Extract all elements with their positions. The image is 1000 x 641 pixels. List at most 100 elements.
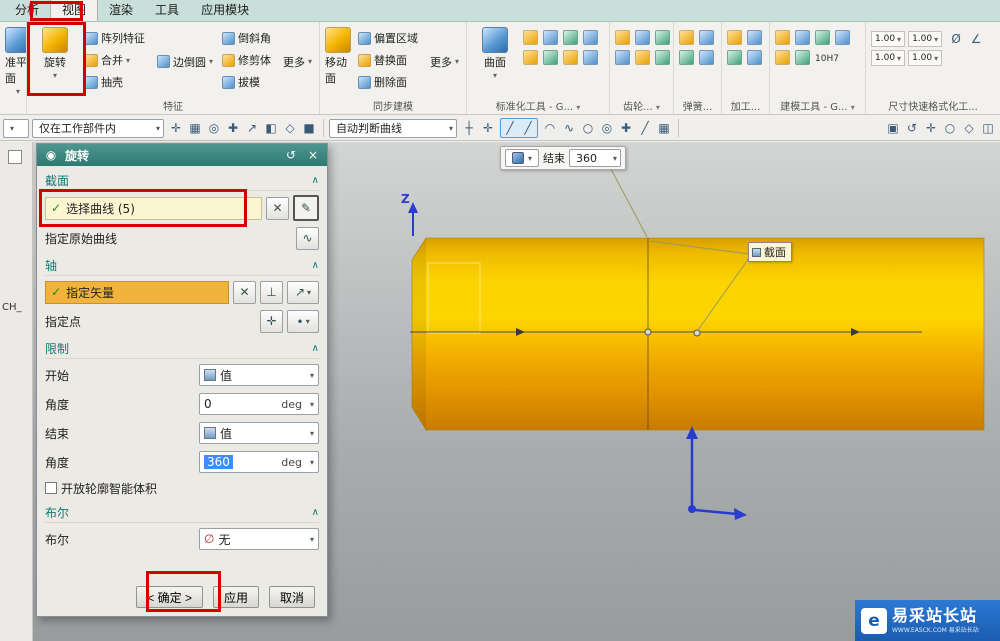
point-dialog-button[interactable]: ✛ [260, 309, 283, 333]
replace-face-button[interactable]: 替换面 [356, 50, 423, 70]
tab-analysis[interactable]: 分析 [4, 0, 50, 21]
spring-tool-icon[interactable] [699, 50, 714, 65]
section-group-header[interactable]: 截面 ∧ [45, 170, 319, 191]
arc-icon[interactable]: ◠ [541, 119, 559, 137]
gear-tool-icon[interactable] [615, 30, 630, 45]
datum-plane-icon[interactable]: ◇ [281, 119, 299, 137]
delete-face-button[interactable]: 删除面 [356, 72, 423, 92]
apply-button[interactable]: 应用 [212, 586, 259, 608]
tab-tools[interactable]: 工具 [144, 0, 190, 21]
angle-icon[interactable]: ∠ [967, 30, 985, 48]
boolean-group-header[interactable]: 布尔 ∧ [45, 502, 319, 523]
selection-filter-icon[interactable]: ▦ [186, 119, 204, 137]
dim-value-button[interactable]: 1.00 ▾ [871, 50, 906, 66]
circle-icon[interactable]: ○ [579, 119, 597, 137]
line-icon[interactable]: ╱ [636, 119, 654, 137]
end-angle-input[interactable]: 360 deg ▾ [199, 451, 319, 473]
machining-tool-icon[interactable] [727, 50, 742, 65]
dim-value-button[interactable]: 1.00 ▾ [908, 50, 943, 66]
gear-tool-icon[interactable] [615, 50, 630, 65]
vector-dialog-button[interactable]: ⊥ [260, 280, 283, 304]
point-type-dropdown[interactable]: ∙ ▾ [287, 309, 319, 333]
solid-body-icon[interactable]: ■ [300, 119, 318, 137]
dialog-titlebar[interactable]: ◉ 旋转 ↺ × [37, 144, 327, 166]
touch-mode-icon[interactable]: ✛ [167, 119, 185, 137]
std-tool-icon[interactable] [523, 30, 538, 45]
point-constructor-icon[interactable]: ┼ [460, 119, 478, 137]
machining-tool-icon[interactable] [747, 50, 762, 65]
start-limit-dropdown[interactable]: 值 ▾ [199, 364, 319, 386]
more-button[interactable]: 更多 ▾ [281, 52, 314, 72]
limits-group-header[interactable]: 限制 ∧ [45, 338, 319, 359]
show-hide-icon[interactable]: ◧ [262, 119, 280, 137]
shell-button[interactable]: 抽壳 [83, 72, 150, 92]
window-icon[interactable]: ▣ [884, 119, 902, 137]
chamfer-button[interactable]: 倒斜角 [220, 28, 276, 48]
end-angle-dropdown[interactable]: 360 ▾ [569, 149, 621, 167]
dialog-reset-icon[interactable]: ↺ [283, 148, 299, 162]
machining-tool-icon[interactable] [747, 30, 762, 45]
ellipse-icon[interactable]: ◎ [598, 119, 616, 137]
navigator-icon[interactable] [8, 150, 22, 164]
spring-tool-icon[interactable] [699, 30, 714, 45]
cross-icon[interactable]: ✚ [617, 119, 635, 137]
cancel-button[interactable]: 取消 [268, 586, 315, 608]
select-curve-field[interactable]: ✓ 选择曲线 (5) [45, 196, 262, 220]
draft-button[interactable]: 拔模 [220, 72, 276, 92]
tab-view[interactable]: 视图 [50, 0, 99, 21]
modeling-tool-icon[interactable] [775, 50, 790, 65]
boolean-dropdown[interactable]: ∅ 无 ▾ [199, 528, 319, 550]
modeling-tool-icon[interactable] [835, 30, 850, 45]
perspective-icon[interactable]: ◇ [960, 119, 978, 137]
open-profile-checkbox[interactable] [45, 482, 57, 494]
specify-vector-field[interactable]: ✓ 指定矢量 [45, 280, 229, 304]
modeling-tool-icon[interactable] [775, 30, 790, 45]
dim-value-button[interactable]: 1.00 ▾ [871, 31, 906, 47]
line-tool-alt-icon[interactable]: ╱ [519, 119, 537, 137]
grid-icon[interactable]: ▦ [655, 119, 673, 137]
pan-view-icon[interactable]: ✛ [922, 119, 940, 137]
gear-tool-icon[interactable] [655, 30, 670, 45]
std-tool-icon[interactable] [563, 50, 578, 65]
std-tool-icon[interactable] [583, 30, 598, 45]
section-annotation-tag[interactable]: 截面 [748, 242, 792, 262]
move-face-button[interactable]: 移动面 [325, 25, 351, 86]
machining-tool-icon[interactable] [727, 30, 742, 45]
deselect-curve-button[interactable]: ✕ [266, 196, 289, 220]
curve-rule-dropdown[interactable]: 自动判断曲线 ▾ [329, 118, 457, 138]
zoom-view-icon[interactable]: ○ [941, 119, 959, 137]
reverse-vector-button[interactable]: ✕ [233, 280, 256, 304]
move-object-icon[interactable]: ↗ [243, 119, 261, 137]
wcs-icon[interactable]: ✚ [224, 119, 242, 137]
tab-render[interactable]: 渲染 [98, 0, 144, 21]
vector-type-dropdown[interactable]: ↗ ▾ [287, 280, 319, 304]
tolerance-value[interactable]: 10H7 [815, 54, 852, 64]
line-tool-icon[interactable]: ╱ [501, 119, 519, 137]
section-view-icon[interactable]: ◫ [979, 119, 997, 137]
revolve-button[interactable]: 旋转 ▾ [32, 25, 78, 80]
sketch-section-button[interactable]: ✎ [293, 195, 319, 221]
offset-region-button[interactable]: 偏置区域 [356, 28, 423, 48]
dialog-close-icon[interactable]: × [305, 148, 321, 162]
std-tool-icon[interactable] [543, 50, 558, 65]
snap-point-icon[interactable]: ◎ [205, 119, 223, 137]
gear-tool-icon[interactable] [655, 50, 670, 65]
end-limit-dropdown[interactable]: 值 ▾ [199, 422, 319, 444]
plus-icon[interactable]: ✛ [479, 119, 497, 137]
modeling-tool-icon[interactable] [795, 30, 810, 45]
start-angle-input[interactable]: 0 deg ▾ [199, 393, 319, 415]
rotate-view-icon[interactable]: ↺ [903, 119, 921, 137]
limit-option-dropdown[interactable]: ▾ [505, 149, 539, 167]
selection-scope-dropdown[interactable]: 仅在工作部件内 ▾ [32, 118, 164, 138]
unite-button[interactable]: 合并 ▾ [83, 50, 150, 70]
modeling-tool-icon[interactable] [795, 50, 810, 65]
pattern-feature-button[interactable]: 阵列特征 [83, 28, 150, 48]
trim-body-button[interactable]: 修剪体 [220, 50, 276, 70]
tab-application-modules[interactable]: 应用模块 [190, 0, 260, 21]
more-button[interactable]: 更多 ▾ [428, 52, 461, 72]
surface-button[interactable]: 曲面 ▾ [472, 25, 518, 80]
datum-plane-button[interactable]: 准平面 ▾ [5, 25, 26, 96]
std-tool-icon[interactable] [583, 50, 598, 65]
original-curve-button[interactable]: ∿ [296, 226, 319, 250]
dim-value-button[interactable]: 1.00 ▾ [908, 31, 943, 47]
